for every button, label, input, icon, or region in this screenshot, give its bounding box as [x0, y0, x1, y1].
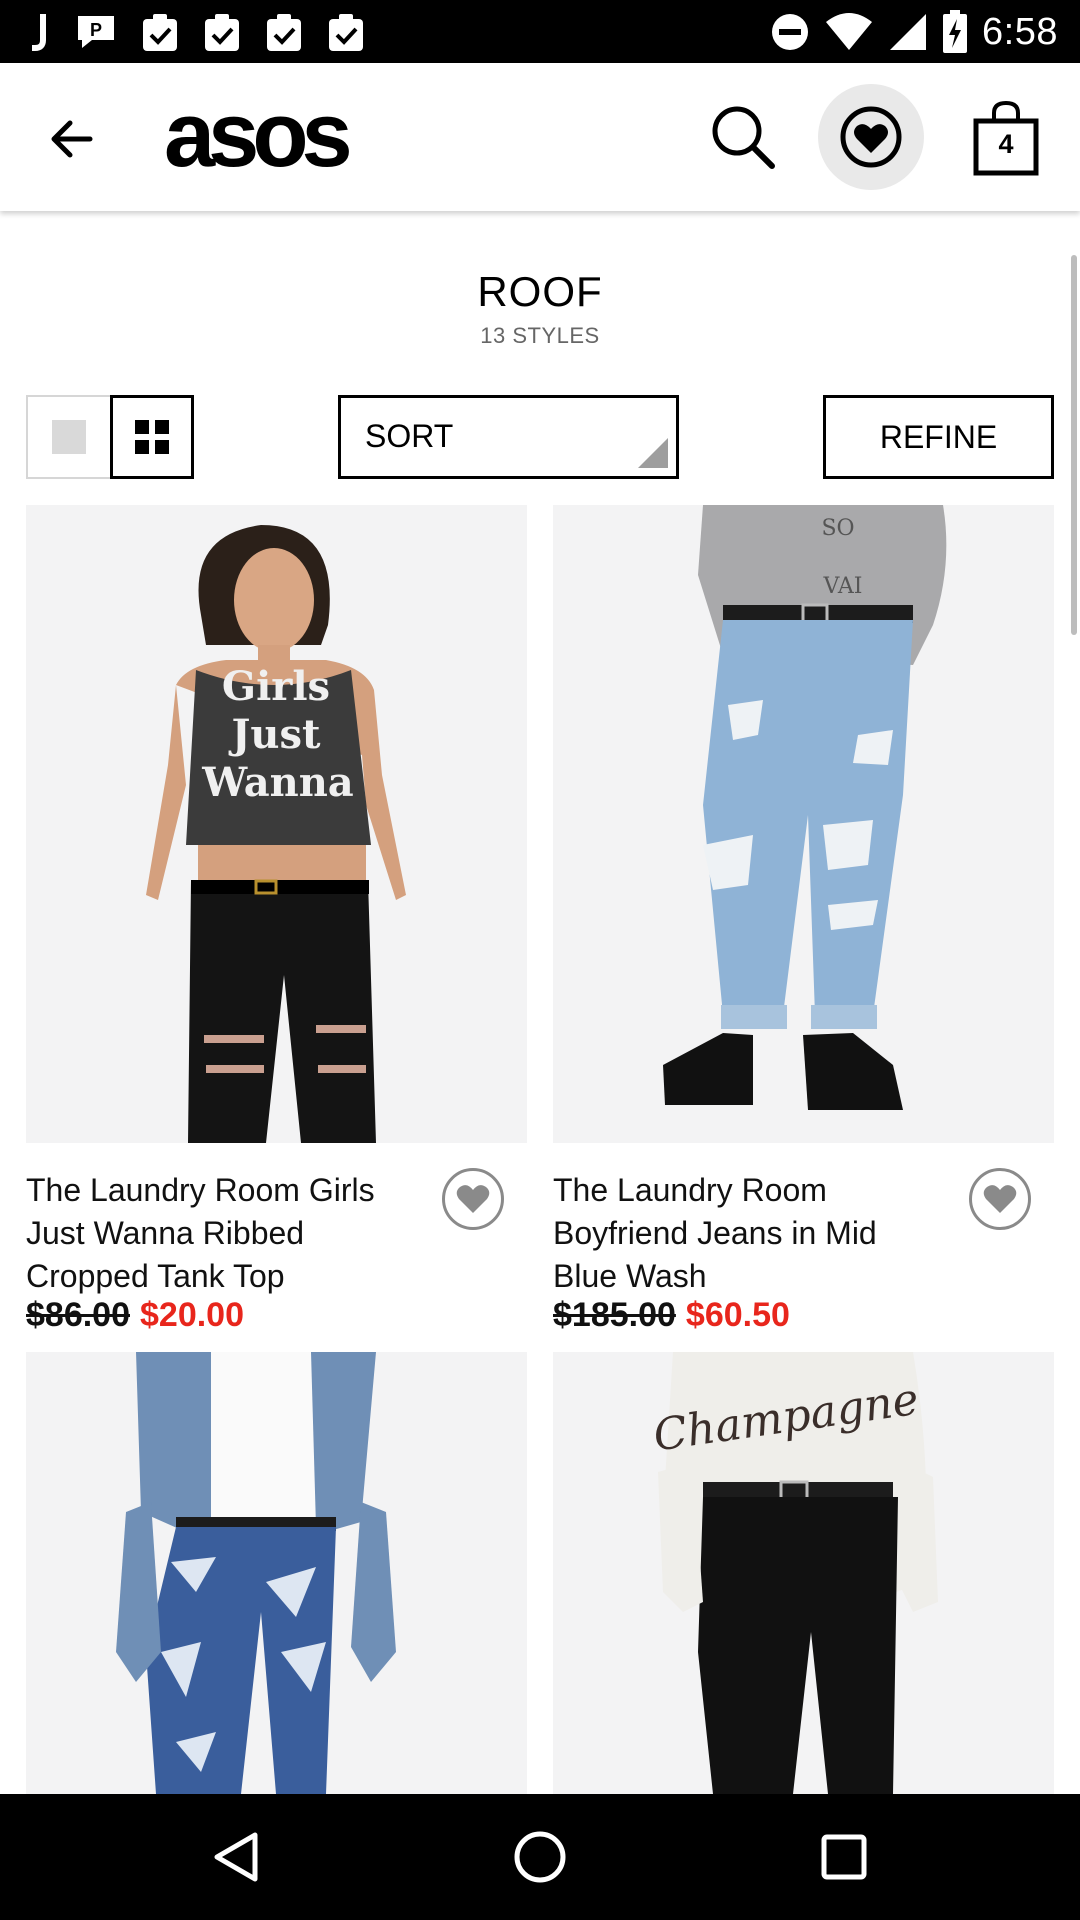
- styles-count: 13 STYLES: [480, 323, 600, 348]
- save-for-later-button[interactable]: [969, 1168, 1031, 1230]
- system-nav-bar: [0, 1794, 1080, 1920]
- product-name[interactable]: The Laundry Room Girls Just Wanna Ribbed…: [26, 1169, 406, 1298]
- shirt-print-line-2: Just: [228, 711, 321, 758]
- dropdown-triangle-icon: [638, 438, 668, 468]
- product-card[interactable]: Girls Just Wanna The Laundry Room Girls …: [26, 505, 527, 1334]
- clipboard-check-icon: [202, 11, 242, 53]
- message-icon: P: [74, 12, 118, 52]
- nav-back-icon: [214, 1832, 258, 1882]
- product-photo-jeans: SO VAI: [663, 505, 947, 1110]
- product-price: $86.00 $20.00: [26, 1296, 244, 1335]
- product-image[interactable]: [26, 1352, 527, 1794]
- do-not-disturb-icon: [770, 12, 810, 52]
- battery-charging-icon: [942, 10, 968, 54]
- product-photo-tank-top: Girls Just Wanna: [146, 525, 406, 1143]
- product-image[interactable]: Girls Just Wanna: [26, 505, 527, 1143]
- wifi-icon: [824, 12, 874, 52]
- product-name[interactable]: The Laundry Room Boyfriend Jeans in Mid …: [553, 1169, 933, 1298]
- saved-items-button[interactable]: [818, 84, 924, 190]
- sort-dropdown[interactable]: SORT: [338, 395, 679, 479]
- nav-home-icon: [514, 1831, 566, 1883]
- original-price: $86.00: [26, 1296, 130, 1334]
- grid-view-icon: [135, 420, 149, 434]
- save-for-later-button[interactable]: [442, 1168, 504, 1230]
- asos-logo[interactable]: asos: [164, 85, 353, 185]
- shirt-print-line-1: SO: [821, 516, 854, 541]
- sort-label: SORT: [365, 418, 454, 454]
- product-card[interactable]: SO VAI The Laundry Room Boyfriend Jeans …: [553, 505, 1054, 1334]
- refine-button[interactable]: REFINE: [823, 395, 1054, 479]
- grid-view-toggle[interactable]: [110, 395, 194, 479]
- nav-back-button[interactable]: [201, 1822, 271, 1892]
- shopping-bag-button[interactable]: 4: [968, 99, 1044, 179]
- back-button[interactable]: [40, 107, 104, 171]
- shirt-print-line-1: Girls: [222, 663, 330, 710]
- clock: 6:58: [982, 10, 1058, 53]
- clipboard-check-icon: [264, 11, 304, 53]
- sale-price: $60.50: [685, 1296, 790, 1334]
- search-button[interactable]: [705, 99, 781, 175]
- search-icon: [712, 106, 775, 169]
- nav-home-button[interactable]: [505, 1822, 575, 1892]
- heart-icon: [840, 106, 902, 168]
- signal-icon: [888, 12, 928, 52]
- svg-text:P: P: [90, 20, 102, 40]
- clipboard-check-icon: [140, 11, 180, 53]
- app-bar: asos 4: [0, 63, 1080, 211]
- notification-icons: P: [30, 8, 366, 56]
- product-image[interactable]: Champagne: [553, 1352, 1054, 1794]
- system-status: 6:58: [770, 8, 1058, 56]
- shirt-print-line-3: Wanna: [201, 759, 353, 806]
- product-image[interactable]: SO VAI: [553, 505, 1054, 1143]
- nav-recents-button[interactable]: [809, 1822, 879, 1892]
- nav-recents-icon: [821, 1834, 867, 1880]
- shirt-print-line-2: VAI: [823, 574, 863, 599]
- single-view-icon: [52, 420, 86, 454]
- product-card[interactable]: Champagne: [553, 1352, 1054, 1794]
- single-view-toggle[interactable]: [26, 395, 110, 479]
- product-price: $185.00 $60.50: [553, 1296, 790, 1335]
- page-title: ROOF: [477, 268, 603, 315]
- product-photo-black-jeans: Champagne: [650, 1352, 938, 1794]
- heart-icon: [983, 1185, 1017, 1213]
- original-price: $185.00: [553, 1296, 676, 1334]
- j-app-icon: [30, 12, 52, 52]
- product-photo-bleached-jeans: [116, 1352, 396, 1794]
- heart-icon: [456, 1185, 490, 1213]
- sale-price: $20.00: [140, 1296, 244, 1334]
- product-card[interactable]: [26, 1352, 527, 1794]
- arrow-back-icon: [51, 120, 93, 158]
- clipboard-check-icon: [326, 11, 366, 53]
- status-bar: P 6:58: [0, 0, 1080, 63]
- bag-count-badge: 4: [998, 129, 1014, 159]
